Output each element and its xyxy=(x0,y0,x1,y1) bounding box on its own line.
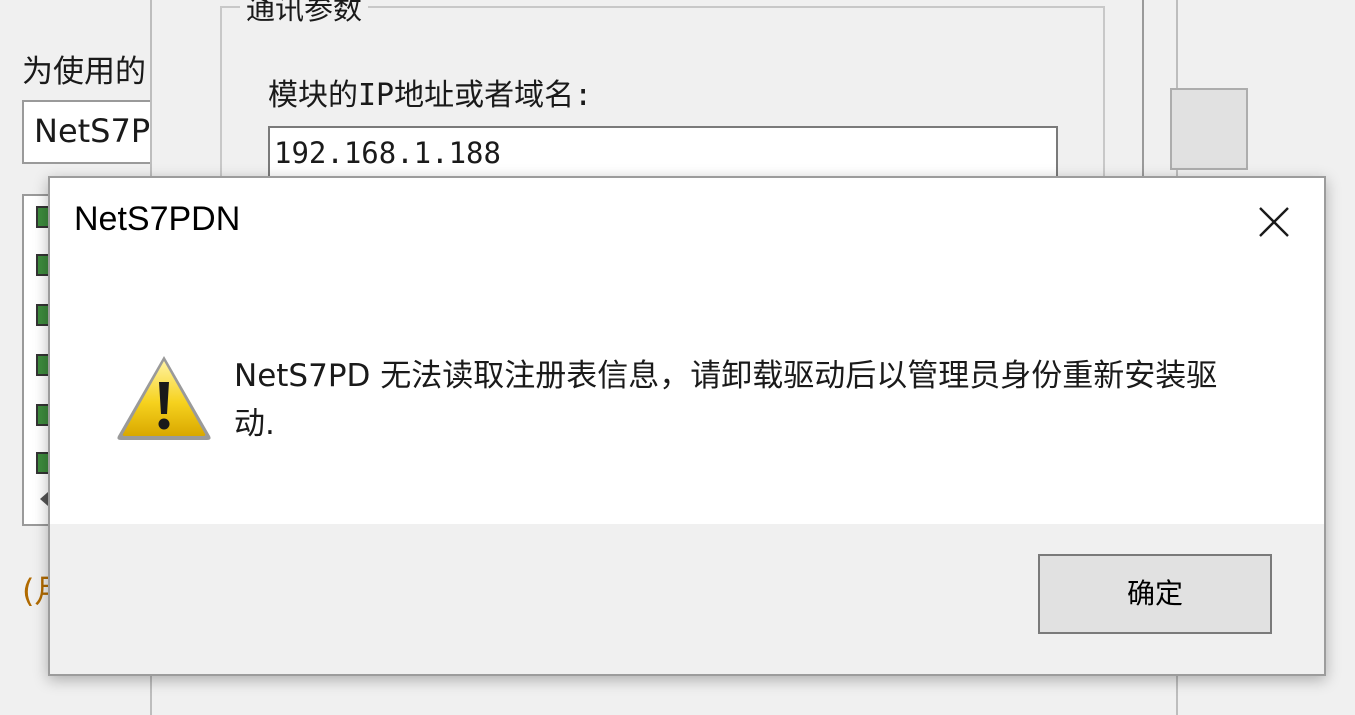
message-box: NetS7PDN NetS7PD 无法读取注册表信息，请卸载驱动后以管理员身份重… xyxy=(48,176,1326,676)
message-box-footer: 确定 xyxy=(50,524,1324,674)
background-window-label: 为使用的 xyxy=(22,54,146,90)
ip-address-label: 模块的IP地址或者域名: xyxy=(268,78,593,113)
comm-params-group-title: 通讯参数 xyxy=(240,0,369,28)
dialog-divider xyxy=(1142,0,1144,190)
ok-button[interactable]: 确定 xyxy=(1038,554,1272,634)
scroll-left-arrow-icon[interactable] xyxy=(40,492,48,506)
message-box-title: NetS7PDN xyxy=(74,200,241,238)
desktop: 为使用的 NetS7P (月 通讯参数 模块的IP地址或者域名: 192.168… xyxy=(0,0,1355,715)
message-text: NetS7PD 无法读取注册表信息，请卸载驱动后以管理员身份重新安装驱动. xyxy=(234,358,1218,442)
warning-icon xyxy=(114,352,214,442)
background-dialog-button[interactable] xyxy=(1170,88,1248,170)
close-icon[interactable] xyxy=(1252,200,1296,244)
